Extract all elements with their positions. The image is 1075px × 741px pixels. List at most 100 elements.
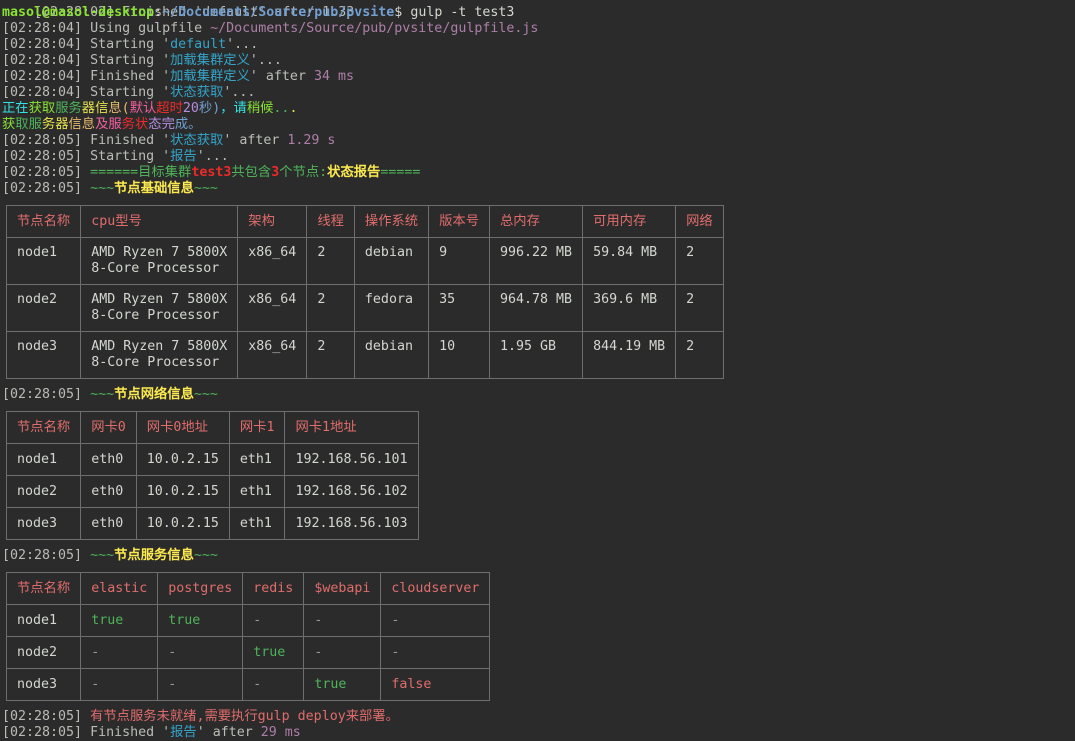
log-word: Finished ' xyxy=(82,69,171,84)
table-cell: 10 xyxy=(428,331,490,379)
table-row: node3- - - true false xyxy=(5,668,491,701)
log-word: '... xyxy=(249,53,282,68)
table-row: node1 true true - - - xyxy=(5,604,491,637)
tilde-left: ~~~ xyxy=(90,181,115,196)
column-header: 网卡0 xyxy=(80,411,137,444)
table-cell: - xyxy=(380,636,491,669)
log-word: '... xyxy=(226,37,259,52)
log-word: ' after xyxy=(223,133,288,148)
section-title: 节点基础信息 xyxy=(114,181,194,196)
basic-info-table: 节点名称 cpu型号 架构 线程 操作系统 版本号 总内存 可用内存 网络 node1 AMD Ry… xyxy=(5,205,724,379)
table-cell: 996.22 MB xyxy=(488,237,584,285)
terminal-output[interactable]: [02:28:02] Finished 'default' after 1.33… xyxy=(2,0,1075,741)
log-finished-status: [02:28:05] Finished '状态获取' after 1.29 s xyxy=(2,133,1075,149)
fetching-message: 正在获取服务器信息(默认超时20秒)，请稍候... xyxy=(2,101,1075,117)
table-cell: 10.0.2.15 xyxy=(135,443,230,476)
prompt-user-host: masol@masol-desktop xyxy=(2,5,155,20)
table-cell: node1 xyxy=(5,443,82,476)
column-header: 网络 xyxy=(675,205,724,238)
column-header: 可用内存 xyxy=(582,205,677,238)
table-cell: 964.78 MB xyxy=(488,284,584,332)
table-cell: 2 xyxy=(675,284,724,332)
table-cell: - xyxy=(157,636,244,669)
tilde-right: ~~~ xyxy=(193,387,218,402)
table-cell: eth1 xyxy=(228,507,286,540)
task-name: 报告 xyxy=(170,149,197,164)
table-cell: x86_64 xyxy=(237,331,308,379)
column-header: 线程 xyxy=(306,205,355,238)
log-finished-load: [02:28:04] Finished '加载集群定义' after 34 ms xyxy=(2,69,1075,85)
column-header: redis xyxy=(242,572,305,605)
log-timestamp: [02:28:04] xyxy=(2,53,83,68)
section-heading-network: [02:28:05] ~~~节点网络信息~~~ xyxy=(2,387,1075,403)
tilde-left: ~~~ xyxy=(90,387,115,402)
section-title: 节点网络信息 xyxy=(114,387,194,402)
table-row: node2- - true - - xyxy=(5,636,491,669)
table-cell: fedora xyxy=(353,284,430,332)
table-cell: 369.6 MB xyxy=(582,284,677,332)
table-header-row: 节点名称 cpu型号 架构 线程 操作系统 版本号 总内存 可用内存 网络 xyxy=(5,205,724,238)
gulpfile-path: ~/Documents/Source/pub/pvsite/gulpfile.j… xyxy=(210,21,539,36)
log-word: ' after xyxy=(196,725,261,740)
fetched-message: 获取服务器信息及服务状态完成。 xyxy=(2,117,1075,133)
tilde-left: ~~~ xyxy=(90,548,115,563)
task-name: 加载集群定义 xyxy=(170,69,250,84)
log-word: '... xyxy=(223,85,256,100)
table-cell: 10.0.2.15 xyxy=(135,507,230,540)
table-row: node2 eth0 10.0.2.15 eth1 192.168.56.102 xyxy=(5,475,419,508)
log-timestamp: [02:28:04] xyxy=(2,37,83,52)
table-cell: 2 xyxy=(675,331,724,379)
section-title: 节点服务信息 xyxy=(114,548,194,563)
task-name: 报告 xyxy=(170,725,197,740)
column-header: 网卡1 xyxy=(228,411,286,444)
log-timestamp: [02:28:05] xyxy=(2,133,83,148)
table-cell: eth1 xyxy=(228,443,286,476)
table-row: node1 AMD Ryzen 7 5800X 8-Core Processor x… xyxy=(5,237,724,285)
table-cell: eth1 xyxy=(228,475,286,508)
log-starting-status: [02:28:04] Starting '状态获取'... xyxy=(2,85,1075,101)
table-row: node3 AMD Ryzen 7 5800X 8-Core Processor x… xyxy=(5,331,724,379)
deploy-warning-line: [02:28:05] 有节点服务未就绪,需要执行gulp deploy来部署。 xyxy=(2,709,1075,725)
log-word: Finished ' xyxy=(82,725,171,740)
table-cell: node2 xyxy=(5,475,82,508)
table-row: node3 eth0 10.0.2.15 eth1 192.168.56.103 xyxy=(5,507,419,540)
banner-left: ======目标集群 xyxy=(90,165,192,180)
table-cell: AMD Ryzen 7 5800X 8-Core Processor xyxy=(80,284,239,332)
banner-mid: 共包含 xyxy=(231,165,272,180)
log-starting-default: [02:28:04] Starting 'default'... xyxy=(2,37,1075,53)
task-name: 状态获取 xyxy=(170,85,224,100)
log-word: Starting ' xyxy=(82,149,171,164)
table-cell: x86_64 xyxy=(237,284,308,332)
column-header: 架构 xyxy=(237,205,308,238)
log-timestamp: [02:28:05] xyxy=(2,387,83,402)
column-header: 节点名称 xyxy=(5,205,82,238)
log-timestamp: [02:28:05] xyxy=(2,725,83,740)
tilde-right: ~~~ xyxy=(193,548,218,563)
log-using-gulpfile: [02:28:04] Using gulpfile ~/Documents/So… xyxy=(2,21,1075,37)
prompt-path: ~/Documents/Source/pub/pvsite xyxy=(162,5,395,20)
table-cell: node1 xyxy=(5,604,82,637)
table-cell: 192.168.56.103 xyxy=(284,507,419,540)
table-header-row: 节点名称 网卡0 网卡0地址 网卡1 网卡1地址 xyxy=(5,411,419,444)
table-cell: node2 xyxy=(5,636,82,669)
table-cell: debian xyxy=(353,237,430,285)
column-header: 网卡1地址 xyxy=(284,411,419,444)
log-timestamp: [02:28:05] xyxy=(2,165,83,180)
column-header: 操作系统 xyxy=(353,205,430,238)
section-heading-service: [02:28:05] ~~~节点服务信息~~~ xyxy=(2,548,1075,564)
column-header: 节点名称 xyxy=(5,411,82,444)
table-cell: eth0 xyxy=(80,443,137,476)
table-cell: 192.168.56.101 xyxy=(284,443,419,476)
table-row: node2 AMD Ryzen 7 5800X 8-Core Processor x… xyxy=(5,284,724,332)
task-duration: 34 ms xyxy=(313,69,354,84)
table-cell: AMD Ryzen 7 5800X 8-Core Processor xyxy=(80,237,239,285)
table-cell: 59.84 MB xyxy=(582,237,677,285)
network-info-table: 节点名称 网卡0 网卡0地址 网卡1 网卡1地址 node1 eth0 10.0.2.15 et… xyxy=(5,411,419,540)
table-cell: eth0 xyxy=(80,507,137,540)
rainbow-text: 获取服务器信息及服务状态完成。 xyxy=(2,117,202,132)
table-cell: false xyxy=(380,668,491,701)
task-duration: 29 ms xyxy=(260,725,301,740)
column-header: cloudserver xyxy=(380,572,491,605)
table-cell: 844.19 MB xyxy=(582,331,677,379)
table-cell: - xyxy=(242,604,305,637)
